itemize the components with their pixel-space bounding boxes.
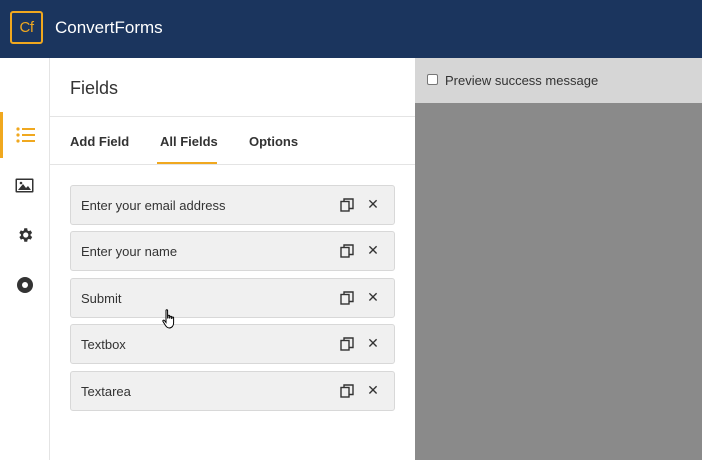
logo-text: Cf <box>19 19 35 36</box>
app-title: ConvertForms <box>55 18 163 37</box>
field-row[interactable]: Textarea ✕ <box>70 371 395 411</box>
copy-icon[interactable] <box>340 337 354 351</box>
copy-icon[interactable] <box>340 291 354 305</box>
copy-icon[interactable] <box>340 384 354 398</box>
field-row[interactable]: Enter your name ✕ <box>70 231 395 271</box>
field-row[interactable]: Enter your email address ✕ <box>70 185 395 225</box>
close-icon[interactable]: ✕ <box>366 383 380 397</box>
close-icon[interactable]: ✕ <box>366 336 380 350</box>
image-icon <box>15 178 34 192</box>
field-label: Textarea <box>81 384 131 399</box>
app-logo[interactable]: Cf <box>10 11 43 44</box>
field-label: Enter your email address <box>81 198 226 213</box>
form-preview: Preview success message <box>415 58 702 460</box>
field-label: Textbox <box>81 337 126 352</box>
icon-rail <box>0 58 50 460</box>
list-icon <box>16 127 35 143</box>
close-icon[interactable]: ✕ <box>366 243 380 257</box>
rail-item-settings[interactable] <box>0 212 49 258</box>
preview-toolbar: Preview success message <box>415 58 702 103</box>
tab-add-field[interactable]: Add Field <box>70 134 129 149</box>
field-row[interactable]: Textbox ✕ <box>70 324 395 364</box>
copy-icon[interactable] <box>340 198 354 212</box>
tab-all-fields[interactable]: All Fields <box>160 134 218 149</box>
rail-item-fields[interactable] <box>0 112 49 158</box>
circle-dot-icon <box>16 277 33 293</box>
hand-cursor-icon <box>162 309 175 329</box>
tab-options[interactable]: Options <box>249 134 298 149</box>
divider <box>50 116 415 117</box>
preview-success-label[interactable]: Preview success message <box>445 73 598 88</box>
top-bar: Cf ConvertForms <box>0 0 702 58</box>
field-row[interactable]: Submit ✕ <box>70 278 395 318</box>
gear-icon <box>18 228 32 242</box>
fields-panel: Fields Add Field All Fields Options Ente… <box>50 58 415 460</box>
panel-title: Fields <box>70 78 119 98</box>
copy-icon[interactable] <box>340 244 354 258</box>
divider <box>50 164 415 165</box>
rail-item-media[interactable] <box>0 162 49 208</box>
preview-success-checkbox[interactable] <box>427 74 438 85</box>
close-icon[interactable]: ✕ <box>366 197 380 211</box>
field-label: Submit <box>81 291 122 306</box>
rail-item-design[interactable] <box>0 262 49 308</box>
close-icon[interactable]: ✕ <box>366 290 380 304</box>
field-label: Enter your name <box>81 244 178 259</box>
